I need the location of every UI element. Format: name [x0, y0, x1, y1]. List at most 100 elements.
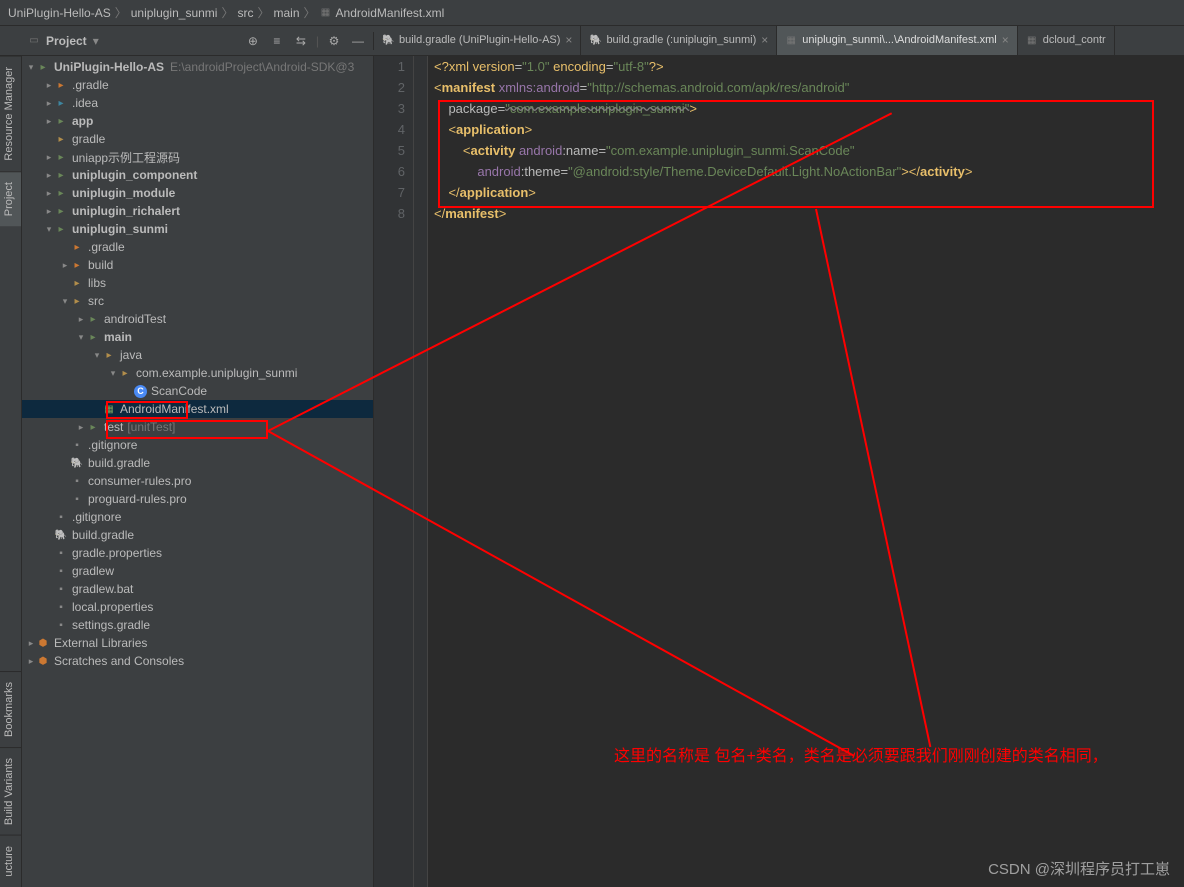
tree-root[interactable]: ▾▸UniPlugin-Hello-ASE:\androidProject\An… — [22, 58, 373, 76]
tree-item[interactable]: ▸▸uniplugin_component — [22, 166, 373, 184]
module-icon: ▸ — [86, 420, 100, 434]
class-icon: C — [134, 385, 147, 398]
tree-item[interactable]: ▸▸uniplugin_richalert — [22, 202, 373, 220]
tree-item[interactable]: ▸libs — [22, 274, 373, 292]
file-icon: ▪ — [54, 564, 68, 578]
tree-item[interactable]: ▪proguard-rules.pro — [22, 490, 373, 508]
project-tree[interactable]: ▾▸UniPlugin-Hello-ASE:\androidProject\An… — [22, 56, 374, 887]
tree-item[interactable]: ▸▸.idea — [22, 94, 373, 112]
tree-item[interactable]: ▸▸uniapp示例工程源码 — [22, 148, 373, 166]
left-tab-bookmarks[interactable]: Bookmarks — [0, 671, 21, 747]
file-icon: ▪ — [70, 474, 84, 488]
tree-item[interactable]: ▸▸build — [22, 256, 373, 274]
left-tab-project[interactable]: Project — [0, 171, 21, 226]
file-icon: ▪ — [70, 438, 84, 452]
tree-item[interactable]: ▪consumer-rules.pro — [22, 472, 373, 490]
bc-4[interactable]: AndroidManifest.xml — [336, 6, 445, 20]
bc-0[interactable]: UniPlugin-Hello-AS — [8, 6, 111, 20]
tree-item[interactable]: ▪gradlew — [22, 562, 373, 580]
module-icon: ▸ — [54, 222, 68, 236]
gradle-icon: 🐘 — [54, 528, 68, 542]
fold-column[interactable] — [414, 56, 428, 887]
file-icon: ▪ — [54, 546, 68, 560]
tree-item[interactable]: ▪local.properties — [22, 598, 373, 616]
tree-item[interactable]: ▸▸.gradle — [22, 76, 373, 94]
editor-tabs: 🐘build.gradle (UniPlugin-Hello-AS)× 🐘bui… — [374, 26, 1184, 56]
gradle-icon: 🐘 — [589, 35, 601, 46]
left-tab-resource[interactable]: Resource Manager — [0, 56, 21, 171]
tree-item[interactable]: ▾▸com.example.uniplugin_sunmi — [22, 364, 373, 382]
module-icon: ▸ — [54, 150, 68, 164]
tree-item[interactable]: ▸gradle — [22, 130, 373, 148]
tree-item[interactable]: ▸.gradle — [22, 238, 373, 256]
tab-2[interactable]: ▦uniplugin_sunmi\...\AndroidManifest.xml… — [777, 26, 1017, 55]
breadcrumb: UniPlugin-Hello-AS〉 uniplugin_sunmi〉 src… — [0, 0, 1184, 26]
gradle-icon: 🐘 — [70, 456, 84, 470]
folder-icon: ▸ — [54, 132, 68, 146]
folder-icon: ▸ — [118, 366, 132, 380]
bc-1[interactable]: uniplugin_sunmi — [131, 6, 218, 20]
xml-icon: ▦ — [102, 402, 116, 416]
tree-item[interactable]: ▸⬢Scratches and Consoles — [22, 652, 373, 670]
module-icon: ▸ — [86, 312, 100, 326]
file-icon: ▪ — [54, 600, 68, 614]
folder-icon: ▸ — [54, 78, 68, 92]
expand-icon[interactable]: ⇆ — [292, 32, 310, 50]
left-tab-structure[interactable]: ucture — [0, 835, 21, 887]
library-icon: ⬢ — [36, 636, 50, 650]
toolbar-row: ▭ Project ▾ ⊕ ≡ ⇆ | ⚙ — 🐘build.gradle (U… — [0, 26, 1184, 56]
hide-icon[interactable]: — — [349, 32, 367, 50]
tree-item[interactable]: ▾▸java — [22, 346, 373, 364]
close-icon[interactable]: × — [565, 33, 572, 47]
project-icon: ▭ — [28, 35, 40, 46]
close-icon[interactable]: × — [1002, 33, 1009, 47]
tree-item[interactable]: 🐘build.gradle — [22, 526, 373, 544]
collapse-icon[interactable]: ≡ — [268, 32, 286, 50]
tab-3[interactable]: ▦dcloud_contr — [1018, 26, 1115, 55]
folder-icon: ▸ — [102, 348, 116, 362]
tab-1[interactable]: 🐘build.gradle (:uniplugin_sunmi)× — [581, 26, 777, 55]
gear-icon[interactable]: ⚙ — [325, 32, 343, 50]
tree-item[interactable]: ▪.gitignore — [22, 436, 373, 454]
xml-icon: ▦ — [785, 35, 797, 46]
xml-icon: ▦ — [1026, 35, 1038, 46]
close-icon[interactable]: × — [761, 33, 768, 47]
left-tab-buildvariants[interactable]: Build Variants — [0, 747, 21, 835]
tree-item[interactable]: ▪gradlew.bat — [22, 580, 373, 598]
tree-item[interactable]: ▸▸app — [22, 112, 373, 130]
folder-icon: ▸ — [70, 276, 84, 290]
tree-item[interactable]: ▾▸src — [22, 292, 373, 310]
module-icon: ▸ — [54, 204, 68, 218]
folder-icon: ▸ — [54, 96, 68, 110]
tree-item[interactable]: ▸▸test[unitTest] — [22, 418, 373, 436]
tree-item[interactable]: 🐘build.gradle — [22, 454, 373, 472]
module-icon: ▸ — [54, 114, 68, 128]
tree-item[interactable]: ▪.gitignore — [22, 508, 373, 526]
tree-item[interactable]: ▸⬢External Libraries — [22, 634, 373, 652]
file-icon: ▪ — [54, 582, 68, 596]
folder-icon: ▸ — [70, 258, 84, 272]
tool-window-strip: Resource Manager Project Bookmarks Build… — [0, 56, 22, 887]
annotation-text: 这里的名称是 包名+类名，类名是必须要跟我们刚刚创建的类名相同， — [614, 745, 1114, 769]
watermark: CSDN @深圳程序员打工崽 — [988, 858, 1170, 879]
gradle-icon: 🐘 — [382, 35, 394, 46]
tree-item[interactable]: ▪gradle.properties — [22, 544, 373, 562]
tab-0[interactable]: 🐘build.gradle (UniPlugin-Hello-AS)× — [374, 26, 581, 55]
bc-2[interactable]: src — [237, 6, 253, 20]
project-header: ▭ Project ▾ ⊕ ≡ ⇆ | ⚙ — — [22, 32, 374, 50]
tree-item[interactable]: ▾▸uniplugin_sunmi — [22, 220, 373, 238]
tree-item[interactable]: ▪settings.gradle — [22, 616, 373, 634]
tree-item[interactable]: ▸▸uniplugin_module — [22, 184, 373, 202]
module-icon: ▸ — [54, 168, 68, 182]
project-title[interactable]: Project — [46, 34, 87, 48]
bc-3[interactable]: main — [274, 6, 300, 20]
tree-item[interactable]: CScanCode — [22, 382, 373, 400]
module-icon: ▸ — [54, 186, 68, 200]
xml-icon: ▦ — [320, 7, 332, 18]
tree-item[interactable]: ▦AndroidManifest.xml — [22, 400, 373, 418]
file-icon: ▪ — [54, 618, 68, 632]
tree-item[interactable]: ▸▸androidTest — [22, 310, 373, 328]
module-icon: ▸ — [86, 330, 100, 344]
tree-item[interactable]: ▾▸main — [22, 328, 373, 346]
target-icon[interactable]: ⊕ — [244, 32, 262, 50]
